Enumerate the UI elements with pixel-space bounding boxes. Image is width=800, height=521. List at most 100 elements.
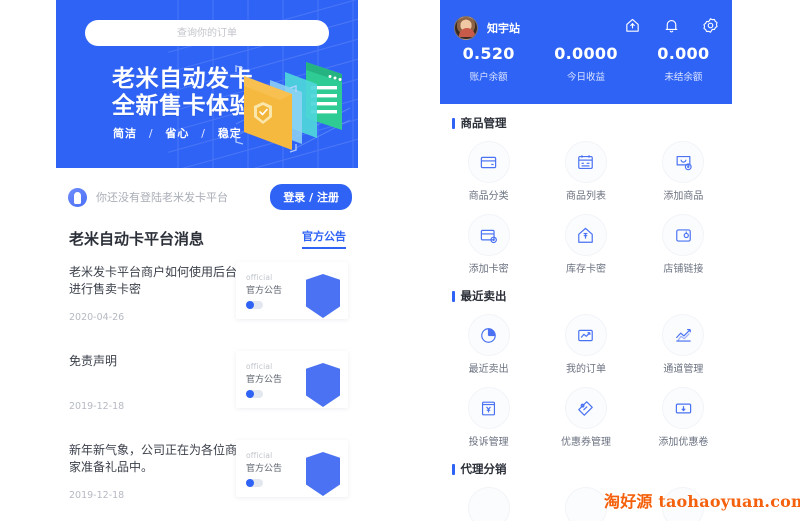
shop-link-icon xyxy=(676,228,691,242)
menu-item-recent-sales[interactable]: 最近卖出 xyxy=(440,310,537,377)
shield-icon xyxy=(306,274,340,318)
news-item-text: 新年新气象，公司正在为各位商家准备礼品中。 xyxy=(69,442,244,476)
icon-circle xyxy=(662,214,705,256)
menu-item-my-orders[interactable]: 我的订单 xyxy=(537,310,634,377)
section-accent-bar xyxy=(452,463,455,475)
section-accent-bar xyxy=(452,117,455,129)
news-item-thumbnail: official 官方公告 xyxy=(236,351,348,408)
stat-value: 0.000 xyxy=(657,44,710,63)
home-icon[interactable] xyxy=(624,17,641,34)
banner-sub-1: 简洁 xyxy=(113,127,137,140)
thumb-toggle-icon xyxy=(246,390,263,398)
icon-circle xyxy=(564,487,607,521)
section-title: 代理分销 xyxy=(452,461,732,477)
menu-item-add-product[interactable]: 添加商品 xyxy=(635,137,732,204)
menu-item-shop-link[interactable]: 店铺链接 xyxy=(635,210,732,277)
banner-subtitle: 简洁 / 省心 / 稳定 xyxy=(113,125,242,141)
menu-item-coupon-management[interactable]: 优惠券管理 xyxy=(537,383,634,450)
thumb-label-en: official xyxy=(246,451,273,460)
banner-sep-2: / xyxy=(201,127,206,140)
menu-item-add-card[interactable]: 添加卡密 xyxy=(440,210,537,277)
news-item-text: 免责声明 xyxy=(69,353,244,370)
gear-icon[interactable] xyxy=(702,17,719,34)
news-item-title: 老米发卡平台商户如何使用后台进行售卖卡密 xyxy=(69,265,238,296)
menu-item-label: 投诉管理 xyxy=(468,437,509,448)
news-item-date: 2020-04-26 xyxy=(69,312,125,323)
menu-item-placeholder[interactable] xyxy=(440,483,537,521)
banner-illustration xyxy=(235,62,351,153)
menu-item-label: 添加商品 xyxy=(663,191,704,202)
avatar xyxy=(454,16,478,40)
menu-item-channel-management[interactable]: 通道管理 xyxy=(635,310,732,377)
shield-icon xyxy=(306,363,340,407)
stat-unsettled-balance: 0.000 未结余额 xyxy=(635,44,732,83)
news-item-title: 免责声明 xyxy=(69,354,118,368)
list-item[interactable]: 免责声明 2019-12-18 official 官方公告 xyxy=(56,351,358,426)
account-header: 知宇站 0.520 账户余额 0.0000 今日收益 0.000 未结余额 xyxy=(440,0,732,104)
menu-item-add-coupon[interactable]: 添加优惠卷 xyxy=(635,383,732,450)
stat-label: 今日收益 xyxy=(566,72,605,83)
menu-grid: 最近卖出 我的订单 通道管理 投诉管理 优惠券管理 添加优惠卷 xyxy=(440,310,732,450)
add-card-icon xyxy=(480,229,498,243)
login-register-button[interactable]: 登录 / 注册 xyxy=(270,184,352,210)
news-item-date: 2019-12-18 xyxy=(69,490,125,501)
icon-circle xyxy=(467,141,510,183)
hero-banner: 老米自动发卡 全新售卡体验 简洁 / 省心 / 稳定 xyxy=(56,0,358,168)
news-item-text: 老米发卡平台商户如何使用后台进行售卖卡密 xyxy=(69,264,244,298)
menu-item-label: 优惠券管理 xyxy=(560,437,611,448)
header-icon-group xyxy=(624,17,719,34)
watermark-cn: 淘好源 xyxy=(604,492,653,511)
section-product-management: 商品管理 商品分类 商品列表 添加商品 添加卡密 库存卡密 店铺链接 xyxy=(440,104,732,277)
menu-item-label: 添加优惠卷 xyxy=(658,437,709,448)
login-row: 你还没有登陆老米发卡平台 登录 / 注册 xyxy=(56,180,358,214)
login-prompt-text: 你还没有登陆老米发卡平台 xyxy=(96,191,228,204)
stat-label: 账户余额 xyxy=(469,72,508,83)
account-stats: 0.520 账户余额 0.0000 今日收益 0.000 未结余额 xyxy=(440,44,732,83)
menu-item-label: 通道管理 xyxy=(663,364,704,375)
thumb-label-en: official xyxy=(246,273,273,282)
menu-item-label: 商品列表 xyxy=(565,191,606,202)
icon-circle xyxy=(662,314,705,356)
menu-item-stock-card[interactable]: 库存卡密 xyxy=(537,210,634,277)
list-item[interactable]: 老米发卡平台商户如何使用后台进行售卖卡密 2020-04-26 official… xyxy=(56,262,358,337)
icon-circle xyxy=(467,214,510,256)
icon-circle xyxy=(564,214,607,256)
tab-official-announcement[interactable]: 官方公告 xyxy=(302,228,346,249)
thumb-toggle-icon xyxy=(246,301,263,309)
thumb-label-cn: 官方公告 xyxy=(246,375,283,385)
section-title-label: 最近卖出 xyxy=(460,289,507,303)
news-item-date: 2019-12-18 xyxy=(69,401,125,412)
section-title: 最近卖出 xyxy=(452,288,732,304)
thumb-label-cn: 官方公告 xyxy=(246,286,283,296)
right-panel: 知宇站 0.520 账户余额 0.0000 今日收益 0.000 未结余额 商品… xyxy=(440,0,732,521)
bell-icon[interactable] xyxy=(663,17,680,34)
banner-sub-2: 省心 xyxy=(165,127,190,140)
stat-today-income: 0.0000 今日收益 xyxy=(537,44,634,83)
user-block[interactable]: 知宇站 xyxy=(454,16,520,40)
icon-circle xyxy=(564,314,607,356)
section-accent-bar xyxy=(452,290,455,302)
add-coupon-icon xyxy=(675,403,692,413)
screen-root: 老米自动发卡 全新售卡体验 简洁 / 省心 / 稳定 xyxy=(0,0,800,521)
banner-sep-1: / xyxy=(148,127,154,140)
thumb-label-en: official xyxy=(246,362,273,371)
guest-avatar-icon xyxy=(68,187,87,207)
chart-box-icon xyxy=(578,329,594,341)
news-item-thumbnail: official 官方公告 xyxy=(236,262,348,319)
news-item-thumbnail: official 官方公告 xyxy=(236,440,348,497)
menu-item-label: 添加卡密 xyxy=(468,264,509,275)
menu-item-complaint-management[interactable]: 投诉管理 xyxy=(440,383,537,450)
list-item[interactable]: 新年新气象，公司正在为各位商家准备礼品中。 2019-12-18 officia… xyxy=(56,440,358,515)
icon-circle xyxy=(662,387,705,429)
menu-item-product-list[interactable]: 商品列表 xyxy=(537,137,634,204)
menu-item-product-category[interactable]: 商品分类 xyxy=(440,137,537,204)
menu-grid: 商品分类 商品列表 添加商品 添加卡密 库存卡密 店铺链接 xyxy=(440,137,732,277)
icon-circle xyxy=(564,387,607,429)
icon-circle xyxy=(467,487,510,521)
menu-item-label: 我的订单 xyxy=(565,364,606,375)
section-recent-sales: 最近卖出 最近卖出 我的订单 通道管理 投诉管理 优惠券管理 添加优惠卷 xyxy=(440,277,732,450)
stock-house-icon xyxy=(578,227,594,243)
complaint-yuan-icon xyxy=(482,401,496,415)
order-search-input[interactable] xyxy=(85,20,329,46)
icon-circle xyxy=(467,387,510,429)
